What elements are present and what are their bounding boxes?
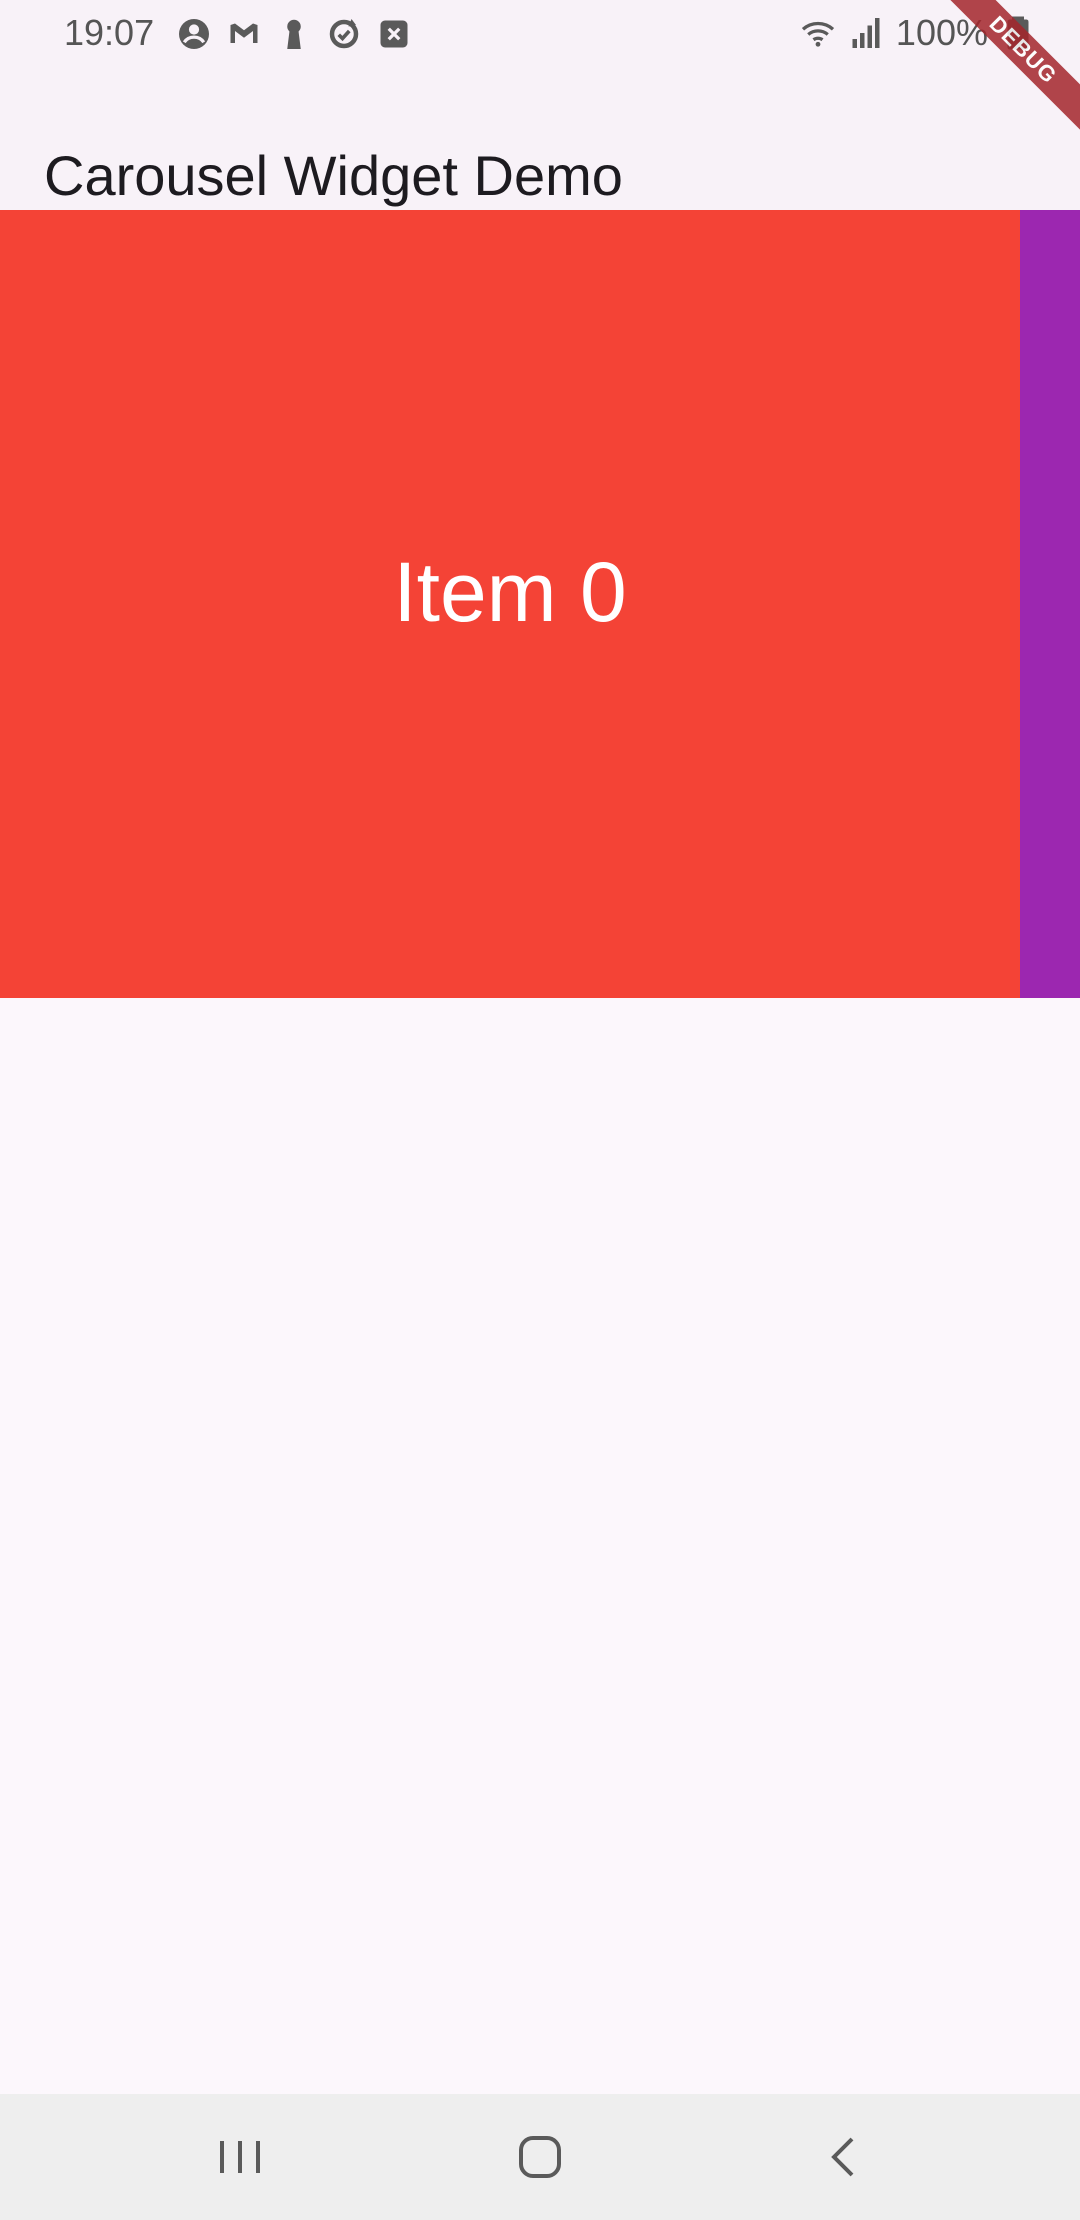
app-bar: Carousel Widget Demo [0,66,1080,210]
wifi-icon [801,21,835,47]
home-icon [519,2136,561,2178]
gmail-icon [230,23,258,43]
back-button[interactable] [804,2117,884,2197]
carousel-item-label: Item 0 [393,545,627,639]
sync-icon [329,19,359,49]
page-title: Carousel Widget Demo [44,143,623,207]
keyhole-icon [287,19,301,49]
home-button[interactable] [500,2117,580,2197]
notification-icons [176,14,412,54]
back-icon [831,2137,854,2177]
signal-icon [852,18,880,48]
recent-apps-button[interactable] [200,2117,280,2197]
status-bar: 19:07 100% [0,0,1080,66]
recent-apps-icon [220,2141,260,2173]
carousel-item-next[interactable] [1020,210,1080,998]
carousel-item-current[interactable]: Item 0 [0,210,1020,998]
navigation-bar [0,2094,1080,2220]
screen: 19:07 100% DEBUG Carousel Widget Demo It… [0,0,1080,2220]
status-time: 19:07 [64,12,155,53]
close-box-icon [380,20,408,48]
carousel[interactable]: Item 0 [0,210,1080,998]
account-icon [179,19,209,49]
